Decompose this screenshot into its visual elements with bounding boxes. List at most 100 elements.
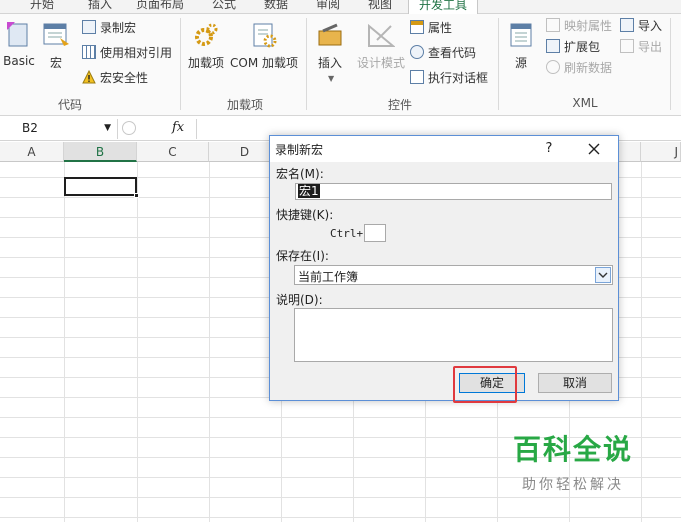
tab-home[interactable]: 开始 xyxy=(30,0,54,12)
store-macro-value: 当前工作簿 xyxy=(298,270,359,284)
cancel-button[interactable]: 取消 xyxy=(538,373,612,393)
tab-insert[interactable]: 插入 xyxy=(88,0,112,12)
xml-source-icon xyxy=(510,23,532,47)
com-addins-label: COM 加载项 xyxy=(230,56,298,70)
ribbon: Basic 宏 录制宏 使用相对引用 宏安全性 代码 加载项 COM 加载项 加… xyxy=(0,14,681,116)
controls-group-label: 控件 xyxy=(387,98,412,112)
run-dialog-button[interactable]: 执行对话框 xyxy=(410,69,488,87)
addins-button[interactable]: 加载项 xyxy=(186,14,226,71)
watermark: 百科全说 助你轻松解决 xyxy=(488,418,658,506)
addins-group-label: 加载项 xyxy=(226,98,263,112)
visual-basic-icon xyxy=(7,22,28,47)
group-divider xyxy=(670,18,671,110)
macro-name-input[interactable]: 宏1 xyxy=(295,183,612,200)
view-code-button[interactable]: 查看代码 xyxy=(410,44,476,62)
cancel-button-label: 取消 xyxy=(562,376,587,390)
warning-icon xyxy=(82,70,96,84)
run-dialog-icon xyxy=(410,70,424,84)
expansion-packs-button[interactable]: 扩展包 xyxy=(546,38,600,56)
import-icon xyxy=(620,18,634,32)
xml-source-button[interactable]: 源 xyxy=(504,14,538,71)
toolbox-icon xyxy=(318,23,342,46)
column-header-c[interactable]: C xyxy=(137,142,209,162)
macro-name-label: 宏名(M): xyxy=(276,167,324,181)
com-addins-icon xyxy=(253,23,277,48)
visual-basic-label: Basic xyxy=(3,54,35,68)
com-addins-button[interactable]: COM 加载项 xyxy=(228,14,300,71)
expand-icon[interactable] xyxy=(122,121,136,135)
close-button[interactable] xyxy=(582,139,606,159)
column-header-a[interactable]: A xyxy=(0,142,64,162)
import-button[interactable]: 导入 xyxy=(620,17,662,35)
expansion-packs-label: 扩展包 xyxy=(564,40,601,54)
ctrl-prefix-label: Ctrl+ xyxy=(330,227,364,240)
tab-developer[interactable]: 开发工具 xyxy=(408,0,479,14)
insert-function-icon[interactable]: fx xyxy=(172,120,184,135)
refresh-data-button[interactable]: 刷新数据 xyxy=(546,59,612,77)
record-macro-button[interactable]: 录制宏 xyxy=(82,19,136,37)
relative-reference-icon xyxy=(82,45,96,59)
refresh-data-label: 刷新数据 xyxy=(564,61,613,75)
tab-review[interactable]: 审阅 xyxy=(316,0,340,12)
insert-control-button[interactable]: 插入 xyxy=(312,14,348,71)
chevron-down-icon[interactable] xyxy=(595,267,611,283)
export-button[interactable]: 导出 xyxy=(620,38,662,56)
addins-label: 加载项 xyxy=(187,56,224,70)
design-mode-button[interactable]: 设计模式 xyxy=(354,14,408,71)
selected-cell-b2[interactable] xyxy=(64,177,139,198)
chevron-down-icon[interactable]: ▼ xyxy=(104,123,111,133)
store-macro-select[interactable]: 当前工作簿 xyxy=(294,265,613,285)
watermark-subtitle: 助你轻松解决 xyxy=(522,477,624,493)
record-macro-dialog: 录制新宏 ? 宏名(M): 宏1 快捷键(K): Ctrl+ 保存在(I): 当… xyxy=(269,135,619,401)
record-macro-icon xyxy=(82,20,96,34)
tab-data[interactable]: 数据 xyxy=(264,0,288,12)
macros-button[interactable]: 宏 xyxy=(40,14,72,71)
column-header-b[interactable]: B xyxy=(64,142,137,162)
xml-group-label: XML xyxy=(572,96,598,110)
shortcut-key-input[interactable] xyxy=(364,224,386,242)
relative-reference-label: 使用相对引用 xyxy=(100,46,173,60)
tab-page-layout[interactable]: 页面布局 xyxy=(136,0,184,12)
map-properties-button[interactable]: 映射属性 xyxy=(546,17,612,35)
insert-control-label: 插入 xyxy=(317,56,342,70)
shortcut-key-label: 快捷键(K): xyxy=(276,208,334,222)
macro-name-value: 宏1 xyxy=(298,184,320,198)
group-divider xyxy=(306,18,307,110)
gear-icon xyxy=(195,23,218,46)
dialog-title: 录制新宏 xyxy=(275,143,324,157)
tab-formulas[interactable]: 公式 xyxy=(212,0,236,12)
run-dialog-label: 执行对话框 xyxy=(428,71,489,85)
ok-button-highlight xyxy=(453,366,517,403)
macro-security-label: 宏安全性 xyxy=(100,71,149,85)
properties-button[interactable]: 属性 xyxy=(410,19,452,37)
fill-handle[interactable] xyxy=(134,193,139,198)
column-header-j[interactable]: J xyxy=(641,142,681,162)
xml-source-label: 源 xyxy=(514,56,527,70)
view-code-icon xyxy=(410,45,424,59)
macro-security-button[interactable]: 宏安全性 xyxy=(82,69,148,87)
dialog-titlebar[interactable]: 录制新宏 ? xyxy=(270,136,618,162)
code-group-label: 代码 xyxy=(57,98,82,112)
export-label: 导出 xyxy=(638,40,663,54)
visual-basic-button[interactable]: Basic xyxy=(2,14,36,68)
design-mode-label: 设计模式 xyxy=(356,56,405,70)
export-icon xyxy=(620,39,634,53)
map-properties-label: 映射属性 xyxy=(564,19,613,33)
name-box[interactable]: B2 ▼ xyxy=(0,119,118,139)
macros-icon xyxy=(43,23,69,46)
design-mode-icon xyxy=(368,23,395,47)
name-box-value: B2 xyxy=(22,121,38,135)
relative-reference-button[interactable]: 使用相对引用 xyxy=(82,44,172,62)
watermark-title: 百科全说 xyxy=(512,433,633,466)
macros-label: 宏 xyxy=(49,56,62,70)
refresh-icon xyxy=(546,60,560,74)
properties-icon xyxy=(410,20,424,34)
record-macro-label: 录制宏 xyxy=(100,21,137,35)
expansion-packs-icon xyxy=(546,39,560,53)
help-button[interactable]: ? xyxy=(538,139,560,159)
description-label: 说明(D): xyxy=(276,293,323,307)
tab-view[interactable]: 视图 xyxy=(368,0,392,12)
ribbon-tab-bar: 开始 插入 页面布局 公式 数据 审阅 视图 开发工具 xyxy=(0,0,681,14)
properties-label: 属性 xyxy=(428,21,453,35)
description-textarea[interactable] xyxy=(294,308,613,362)
